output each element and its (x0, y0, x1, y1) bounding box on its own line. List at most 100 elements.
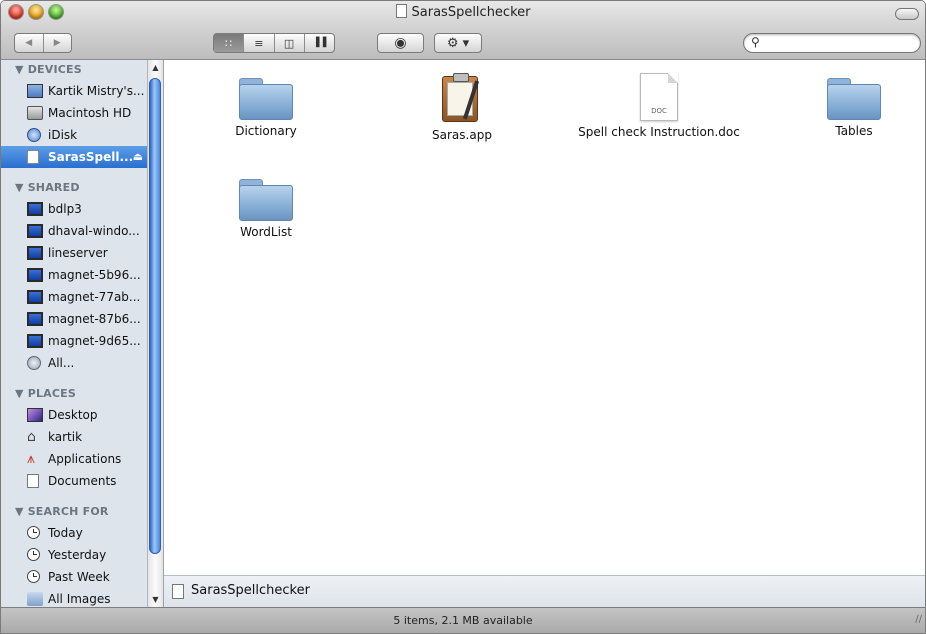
folder-icon (239, 76, 293, 120)
sidebar-item-label: kartik (48, 430, 83, 444)
back-button[interactable]: ◀ (15, 34, 44, 52)
sidebar-item-label: All... (48, 356, 75, 370)
monitor-icon (27, 224, 43, 238)
path-item[interactable]: SarasSpellchecker (191, 583, 310, 598)
sidebar-scrollbar[interactable]: ▲ ▼ (147, 60, 163, 607)
folder-icon (827, 76, 881, 120)
finder-window: SarasSpellchecker ◀ ▶ ∷ ≡ ◫ ▐▐ ◉ ⚙ ▾ ⚲ ▼… (0, 0, 926, 634)
status-text: 5 items, 2.1 MB available (393, 614, 533, 627)
sidebar-header-search-for[interactable]: ▼ SEARCH FOR (1, 502, 147, 522)
file-item-saras-app[interactable]: Saras.app (377, 72, 547, 142)
file-icon-view: Dictionary Saras.app DOC Spell check Ins… (164, 60, 925, 575)
scroll-up-arrow-icon[interactable]: ▲ (150, 63, 161, 72)
applications-icon: ⩚ (27, 451, 35, 467)
action-menu-button[interactable]: ⚙ ▾ (434, 33, 482, 53)
sidebar-header-shared[interactable]: ▼ SHARED (1, 178, 147, 198)
sidebar-item-all-shared[interactable]: All... (1, 352, 147, 374)
file-item-wordlist[interactable]: WordList (181, 177, 351, 239)
volume-icon (172, 584, 184, 599)
path-bar: SarasSpellchecker (164, 575, 925, 608)
coverflow-view-button[interactable]: ▐▐ (305, 34, 334, 52)
back-forward-buttons: ◀ ▶ (14, 33, 72, 53)
sidebar-item-all-images[interactable]: All Images (1, 588, 147, 607)
sidebar-item-label: dhaval-windo... (48, 224, 140, 238)
sidebar-item-dhaval-windows[interactable]: dhaval-windo... (1, 220, 147, 242)
search-icon: ⚲ (751, 35, 760, 49)
sidebar-item-label: Macintosh HD (48, 106, 132, 120)
sidebar-item-label: All Images (48, 592, 111, 606)
file-item-spell-check-instruction[interactable]: DOC Spell check Instruction.doc (574, 73, 744, 139)
icon-view-button[interactable]: ∷ (214, 34, 245, 52)
sidebar-item-desktop[interactable]: Desktop (1, 404, 147, 426)
scrollbar-thumb[interactable] (149, 78, 161, 554)
sidebar-item-past-week[interactable]: Past Week (1, 566, 147, 588)
sidebar-item-label: Applications (48, 452, 122, 466)
monitor-icon (27, 290, 43, 304)
sidebar-item-sarasspellchecker[interactable]: SarasSpell... ⏏ (1, 146, 147, 168)
gear-icon: ⚙ ▾ (446, 35, 470, 51)
sidebar-item-macintosh-hd[interactable]: Macintosh HD (1, 102, 147, 124)
network-globe-icon (27, 356, 41, 370)
monitor-icon (27, 268, 43, 282)
monitor-icon (27, 334, 43, 348)
home-icon: ⌂ (27, 429, 36, 445)
application-icon (439, 72, 485, 124)
sidebar-item-bdlp3[interactable]: bdlp3 (1, 198, 147, 220)
file-item-tables[interactable]: Tables (769, 76, 925, 138)
document-icon: DOC (640, 73, 678, 121)
file-name: Spell check Instruction.doc (578, 125, 740, 139)
sidebar-item-label: Today (48, 526, 83, 540)
sidebar-item-magnet-5b96[interactable]: magnet-5b96... (1, 264, 147, 286)
folder-icon (239, 177, 293, 221)
sidebar-item-magnet-9d65[interactable]: magnet-9d65... (1, 330, 147, 352)
status-bar: 5 items, 2.1 MB available ∕∕ (1, 607, 925, 633)
monitor-icon (27, 312, 43, 326)
sidebar-item-applications[interactable]: ⩚ Applications (1, 448, 147, 470)
toolbar: SarasSpellchecker ◀ ▶ ∷ ≡ ◫ ▐▐ ◉ ⚙ ▾ ⚲ (1, 1, 925, 60)
sidebar-item-lineserver[interactable]: lineserver (1, 242, 147, 264)
sidebar-item-label: bdlp3 (48, 202, 82, 216)
sidebar-item-yesterday[interactable]: Yesterday (1, 544, 147, 566)
monitor-icon (27, 246, 43, 260)
forward-button[interactable]: ▶ (44, 34, 72, 52)
volume-icon (395, 4, 407, 18)
sidebar-item-label: Kartik Mistry's... (48, 84, 145, 98)
sidebar: ▼ DEVICES Kartik Mistry's... Macintosh H… (1, 60, 164, 607)
back-arrow-icon: ◀ (25, 38, 33, 48)
search-input[interactable] (766, 35, 918, 53)
sidebar-item-magnet-87b6[interactable]: magnet-87b6... (1, 308, 147, 330)
sidebar-item-magnet-77ab[interactable]: magnet-77ab... (1, 286, 147, 308)
resize-grip-icon[interactable]: ∕∕ (915, 607, 922, 633)
column-view-button[interactable]: ◫ (275, 34, 305, 52)
list-view-icon: ≡ (254, 36, 264, 50)
forward-arrow-icon: ▶ (53, 38, 61, 48)
file-item-dictionary[interactable]: Dictionary (181, 76, 351, 138)
sidebar-item-label: lineserver (48, 246, 108, 260)
toolbar-toggle-button[interactable] (895, 8, 919, 20)
sidebar-item-today[interactable]: Today (1, 522, 147, 544)
eject-icon[interactable]: ⏏ (133, 146, 143, 168)
sidebar-header-devices[interactable]: ▼ DEVICES (1, 60, 147, 80)
clock-icon (27, 526, 40, 539)
sidebar-item-label: Yesterday (48, 548, 107, 562)
hard-drive-icon (27, 106, 43, 120)
idisk-icon (27, 128, 41, 142)
sidebar-item-idisk[interactable]: iDisk (1, 124, 147, 146)
laptop-icon (27, 84, 43, 98)
sidebar-item-label: iDisk (48, 128, 78, 142)
file-name: WordList (240, 225, 292, 239)
sidebar-header-places[interactable]: ▼ PLACES (1, 384, 147, 404)
sidebar-item-label: Past Week (48, 570, 110, 584)
file-name: Saras.app (432, 128, 492, 142)
sidebar-item-label: magnet-9d65... (48, 334, 141, 348)
sidebar-item-computer[interactable]: Kartik Mistry's... (1, 80, 147, 102)
search-field[interactable]: ⚲ (743, 33, 921, 53)
sidebar-item-documents[interactable]: Documents (1, 470, 147, 492)
list-view-button[interactable]: ≡ (244, 34, 275, 52)
usb-drive-icon (27, 150, 39, 164)
clock-icon (27, 548, 40, 561)
quick-look-button[interactable]: ◉ (377, 33, 424, 53)
scroll-down-arrow-icon[interactable]: ▼ (150, 595, 161, 604)
sidebar-item-kartik[interactable]: ⌂ kartik (1, 426, 147, 448)
view-mode-control: ∷ ≡ ◫ ▐▐ (213, 33, 335, 53)
